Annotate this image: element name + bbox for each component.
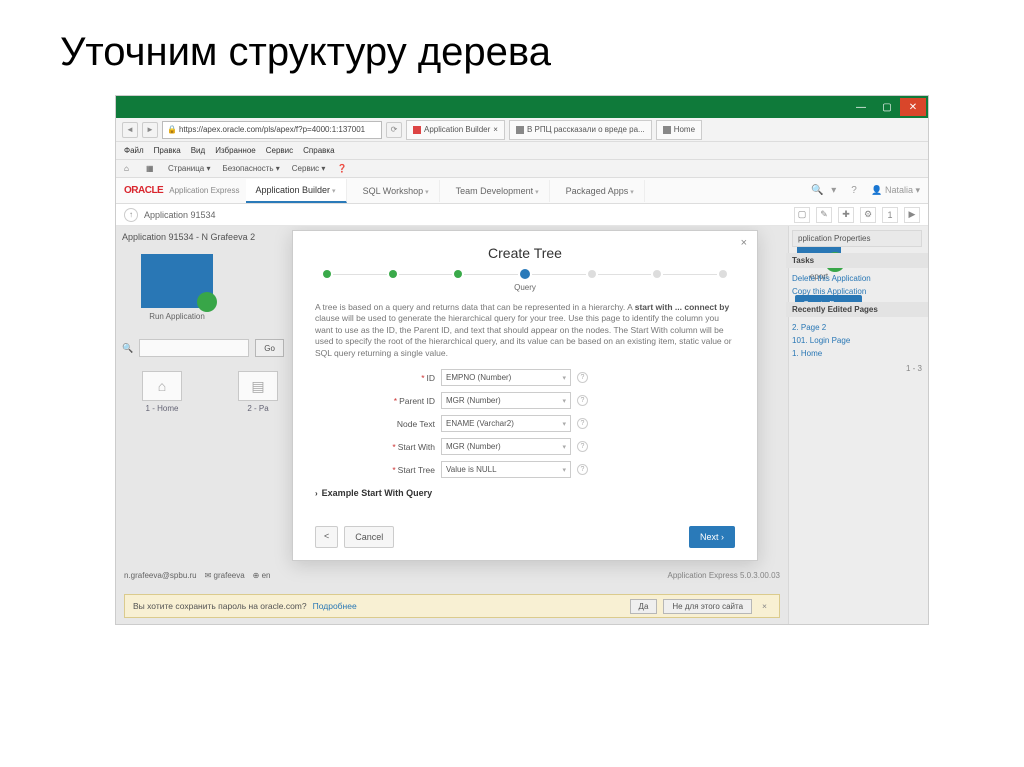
toolbar-icon[interactable]: ✚ <box>838 207 854 223</box>
node-text-select[interactable]: ENAME (Varchar2)▾ <box>441 415 571 432</box>
favicon-icon <box>413 126 421 134</box>
step-current-icon <box>520 269 530 279</box>
menu-item[interactable]: Справка <box>303 146 334 155</box>
feed-icon[interactable]: ▦ <box>146 164 156 174</box>
toolbar-icon[interactable]: ⚙ <box>860 207 876 223</box>
dialog-title: Create Tree <box>315 245 735 261</box>
nav-back-button[interactable]: ◄ <box>122 122 138 138</box>
field-row: *Start Tree Value is NULL▾ ? <box>315 461 735 478</box>
browser-tab[interactable]: Home <box>656 120 702 140</box>
field-label: Node Text <box>397 419 435 429</box>
browser-file-menu: Файл Правка Вид Избранное Сервис Справка <box>116 142 928 160</box>
toolbar-icon[interactable]: ▢ <box>794 207 810 223</box>
home-icon[interactable]: ⌂ <box>124 164 134 174</box>
search-icon[interactable]: 🔍 <box>811 185 825 196</box>
user-menu[interactable]: 👤 Natalia ▾ <box>871 185 920 196</box>
refresh-button[interactable]: ⟳ <box>386 122 402 138</box>
step-pending-icon <box>588 270 596 278</box>
id-select[interactable]: EMPNO (Number)▾ <box>441 369 571 386</box>
nav-tab-team-dev[interactable]: Team Development▾ <box>446 180 550 202</box>
tab-label: В РПЦ рассказали о вреде ра... <box>527 125 645 134</box>
run-icon[interactable]: ▶ <box>904 207 920 223</box>
help-icon[interactable]: ? <box>851 185 865 196</box>
chevron-right-icon: › <box>315 489 318 498</box>
help-icon[interactable]: ? <box>577 464 588 475</box>
field-row: *ID EMPNO (Number)▾ ? <box>315 369 735 386</box>
field-label: Start With <box>398 442 435 452</box>
field-row: Node Text ENAME (Varchar2)▾ ? <box>315 415 735 432</box>
oracle-logo: ORACLE <box>124 185 163 196</box>
cancel-button[interactable]: Cancel <box>344 526 394 548</box>
menu-item[interactable]: Сервис <box>266 146 293 155</box>
help-icon[interactable]: ? <box>577 395 588 406</box>
step-done-icon <box>323 270 331 278</box>
tab-close-icon[interactable]: × <box>493 125 498 134</box>
browser-tab[interactable]: Application Builder× <box>406 120 505 140</box>
back-button[interactable]: < <box>315 526 338 548</box>
example-expand[interactable]: › Example Start With Query <box>315 488 735 498</box>
field-row: *Parent ID MGR (Number)▾ ? <box>315 392 735 409</box>
breadcrumb-text[interactable]: Application 91534 <box>144 210 216 220</box>
dialog-description: A tree is based on a query and returns d… <box>315 302 735 359</box>
safety-menu[interactable]: Безопасность ▾ <box>223 164 280 173</box>
close-icon[interactable]: × <box>741 237 747 249</box>
slide-title: Уточним структуру дерева <box>0 0 1024 95</box>
nav-tab-sql-workshop[interactable]: SQL Workshop▾ <box>353 180 440 202</box>
nav-forward-button[interactable]: ► <box>142 122 158 138</box>
nav-tab-packaged[interactable]: Packaged Apps▾ <box>556 180 645 202</box>
main-area: Application 91534 - N Grafeeva 2 Run App… <box>116 226 928 624</box>
tab-label: Home <box>674 125 695 134</box>
url-text: https://apex.oracle.com/pls/apex/f?p=400… <box>179 125 365 134</box>
browser-command-bar: ⌂ ▦ Страница ▾ Безопасность ▾ Сервис ▾ ❓ <box>116 160 928 178</box>
start-with-select[interactable]: MGR (Number)▾ <box>441 438 571 455</box>
step-pending-icon <box>653 270 661 278</box>
step-pending-icon <box>719 270 727 278</box>
tab-label: Application Builder <box>424 125 490 134</box>
menu-item[interactable]: Правка <box>154 146 181 155</box>
window-minimize-button[interactable]: — <box>848 98 874 116</box>
parent-id-select[interactable]: MGR (Number)▾ <box>441 392 571 409</box>
product-label: Application Express <box>169 186 239 195</box>
url-field[interactable]: 🔒https://apex.oracle.com/pls/apex/f?p=40… <box>162 121 382 139</box>
window-maximize-button[interactable]: ▢ <box>874 98 900 116</box>
browser-window: — ▢ ✕ ◄ ► 🔒https://apex.oracle.com/pls/a… <box>115 95 929 625</box>
window-titlebar: — ▢ ✕ <box>116 96 928 118</box>
current-step-label: Query <box>315 283 735 292</box>
help-icon[interactable]: ? <box>577 372 588 383</box>
browser-tab[interactable]: В РПЦ рассказали о вреде ра... <box>509 120 652 140</box>
toolbar-icon[interactable]: ✎ <box>816 207 832 223</box>
favicon-icon <box>663 126 671 134</box>
step-done-icon <box>454 270 462 278</box>
window-close-button[interactable]: ✕ <box>900 98 926 116</box>
lock-icon: 🔒 <box>167 125 177 134</box>
nav-tab-app-builder[interactable]: Application Builder▾ <box>246 179 347 203</box>
wizard-steps <box>323 269 727 279</box>
page-menu[interactable]: Страница ▾ <box>168 164 211 173</box>
help-icon[interactable]: ❓ <box>337 164 347 174</box>
admin-icon[interactable]: ▾ <box>831 185 845 196</box>
oracle-header: ORACLE Application Express Application B… <box>116 178 928 204</box>
field-label: Parent ID <box>399 396 435 406</box>
breadcrumb: ↑ Application 91534 ▢ ✎ ✚ ⚙ 1 ▶ <box>116 204 928 226</box>
toolbar-icon[interactable]: 1 <box>882 207 898 223</box>
field-label: ID <box>427 373 436 383</box>
favicon-icon <box>516 126 524 134</box>
menu-item[interactable]: Избранное <box>215 146 256 155</box>
field-label: Start Tree <box>398 465 435 475</box>
help-icon[interactable]: ? <box>577 441 588 452</box>
up-button[interactable]: ↑ <box>124 208 138 222</box>
field-row: *Start With MGR (Number)▾ ? <box>315 438 735 455</box>
step-done-icon <box>389 270 397 278</box>
address-bar: ◄ ► 🔒https://apex.oracle.com/pls/apex/f?… <box>116 118 928 142</box>
create-tree-dialog: × Create Tree Query A tree is based on a… <box>292 230 758 561</box>
help-icon[interactable]: ? <box>577 418 588 429</box>
start-tree-select[interactable]: Value is NULL▾ <box>441 461 571 478</box>
menu-item[interactable]: Вид <box>191 146 205 155</box>
menu-item[interactable]: Файл <box>124 146 144 155</box>
next-button[interactable]: Next › <box>689 526 735 548</box>
tools-menu[interactable]: Сервис ▾ <box>292 164 326 173</box>
